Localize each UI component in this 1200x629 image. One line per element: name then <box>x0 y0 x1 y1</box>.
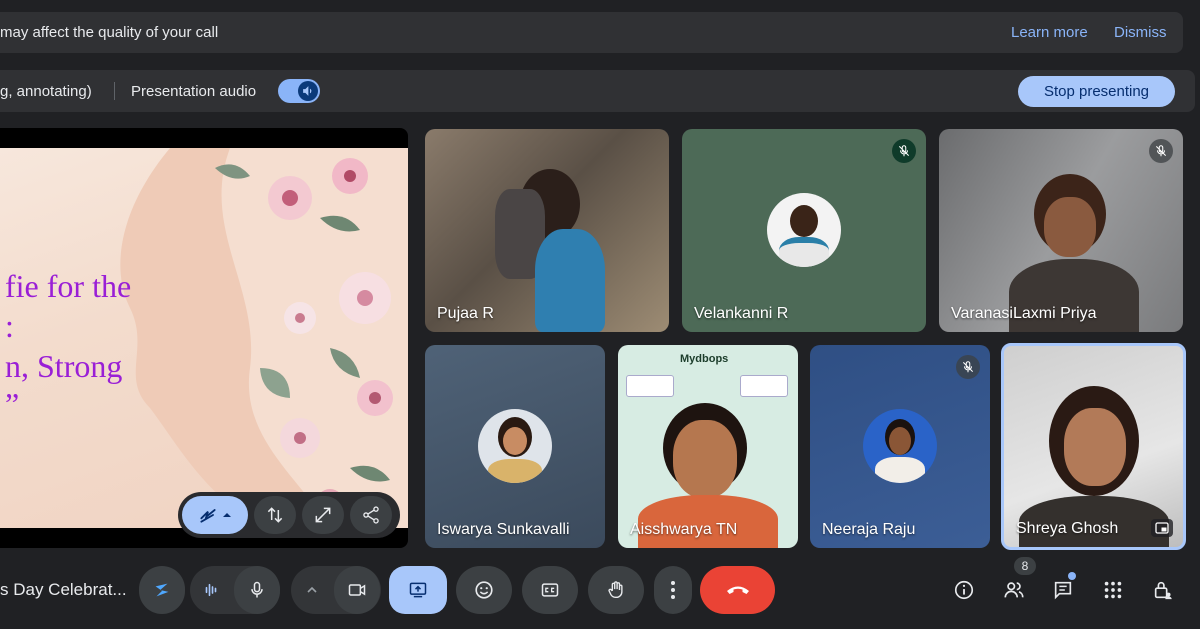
slide-text-line-1: fie for the <box>5 268 132 304</box>
call-quality-banner: may affect the quality of your call Lear… <box>0 12 1183 53</box>
audio-levels-button[interactable] <box>190 566 232 614</box>
participant-tile[interactable]: Neeraja Raju <box>810 345 990 548</box>
participant-video <box>673 420 737 498</box>
slide-text-line-3: n, Strong <box>5 348 123 384</box>
sparkle-icon <box>155 583 169 597</box>
participant-video <box>1044 197 1096 257</box>
audio-wave-icon <box>205 583 217 597</box>
video-camera-icon <box>348 584 366 596</box>
presentation-audio-label: Presentation audio <box>131 83 257 100</box>
chat-notification-dot <box>1068 572 1076 580</box>
annotate-button[interactable] <box>182 496 248 534</box>
swap-vertical-icon <box>267 507 283 523</box>
apps-grid-icon <box>1104 581 1122 599</box>
chevron-up-icon <box>307 586 317 593</box>
activities-button[interactable] <box>139 566 185 614</box>
presentation-stage: fie for the : n, Strong ” <box>0 128 408 548</box>
chat-icon <box>1054 581 1072 600</box>
raise-hand-button[interactable] <box>588 566 644 614</box>
speaker-icon <box>298 81 318 101</box>
presentation-partial-text: g, annotating) <box>0 83 92 100</box>
hand-icon <box>608 581 623 599</box>
hang-up-icon <box>726 586 749 594</box>
swap-view-button[interactable] <box>254 496 296 534</box>
participant-tile-active[interactable]: Shreya Ghosh <box>1001 343 1186 550</box>
activities-menu-button[interactable] <box>1095 572 1131 608</box>
participant-name: Shreya Ghosh <box>1016 520 1119 537</box>
more-options-button[interactable] <box>654 566 692 614</box>
microphone-button[interactable] <box>234 566 280 614</box>
people-button[interactable] <box>996 572 1032 608</box>
avatar <box>863 409 937 483</box>
lock-person-icon <box>1154 581 1172 600</box>
mic-off-icon <box>892 139 916 163</box>
share-icon <box>363 506 379 524</box>
meeting-details-button[interactable] <box>946 572 982 608</box>
fullscreen-button[interactable] <box>302 496 344 534</box>
microphone-icon <box>251 581 263 598</box>
presented-slide: fie for the : n, Strong ” <box>0 148 408 528</box>
slide-text-line-2: : <box>5 308 14 344</box>
more-vert-icon <box>671 581 675 599</box>
participant-count-badge: 8 <box>1014 557 1036 575</box>
mydbops-logo: Mydbops <box>680 353 729 365</box>
slide-artwork <box>120 148 408 528</box>
avatar <box>478 409 552 483</box>
background-card <box>626 375 674 397</box>
slide-text-line-4: ” <box>5 386 20 422</box>
presentation-divider <box>114 82 115 100</box>
background-card <box>740 375 788 397</box>
people-icon <box>1004 582 1024 598</box>
expand-icon <box>315 507 331 523</box>
mic-off-icon <box>956 355 980 379</box>
participant-tile[interactable]: Iswarya Sunkavalli <box>425 345 605 548</box>
participant-name: Iswarya Sunkavalli <box>437 521 570 538</box>
closed-captions-icon <box>541 583 559 597</box>
emoji-icon <box>475 581 493 599</box>
participant-video <box>1064 408 1126 486</box>
reactions-button[interactable] <box>456 566 512 614</box>
presentation-toolbar <box>178 492 400 538</box>
meeting-name[interactable]: s Day Celebrat... <box>0 580 127 600</box>
host-controls-button[interactable] <box>1145 572 1181 608</box>
caret-up-icon <box>223 513 231 517</box>
learn-more-link[interactable]: Learn more <box>1011 24 1088 41</box>
banner-message: may affect the quality of your call <box>0 24 219 41</box>
participant-name: Aisshwarya TN <box>630 521 738 538</box>
camera-options-button[interactable] <box>291 566 333 614</box>
mic-off-icon <box>1149 139 1173 163</box>
avatar <box>767 193 841 267</box>
presentation-bar: g, annotating) Presentation audio Stop p… <box>0 70 1195 112</box>
share-button[interactable] <box>350 496 392 534</box>
present-screen-icon <box>409 582 427 598</box>
annotate-icon <box>200 509 216 523</box>
dismiss-link[interactable]: Dismiss <box>1114 24 1167 41</box>
participant-name: Velankanni R <box>694 305 789 322</box>
info-icon <box>954 580 974 600</box>
pip-icon[interactable] <box>1151 519 1173 537</box>
participant-tile[interactable]: Pujaa R <box>425 129 669 332</box>
participant-tile[interactable]: VaranasiLaxmi Priya <box>939 129 1183 332</box>
stop-presenting-button[interactable]: Stop presenting <box>1018 76 1175 107</box>
presentation-audio-toggle[interactable] <box>278 79 320 103</box>
participant-name: Pujaa R <box>437 305 494 322</box>
present-screen-button[interactable] <box>389 566 447 614</box>
participant-video <box>535 229 605 332</box>
participant-name: Neeraja Raju <box>822 521 916 538</box>
leave-call-button[interactable] <box>700 566 775 614</box>
captions-button[interactable] <box>522 566 578 614</box>
camera-button[interactable] <box>334 566 380 614</box>
participant-name: VaranasiLaxmi Priya <box>951 305 1097 322</box>
participant-tile[interactable]: Mydbops Aisshwarya TN <box>618 345 798 548</box>
participant-tile[interactable]: Velankanni R <box>682 129 926 332</box>
